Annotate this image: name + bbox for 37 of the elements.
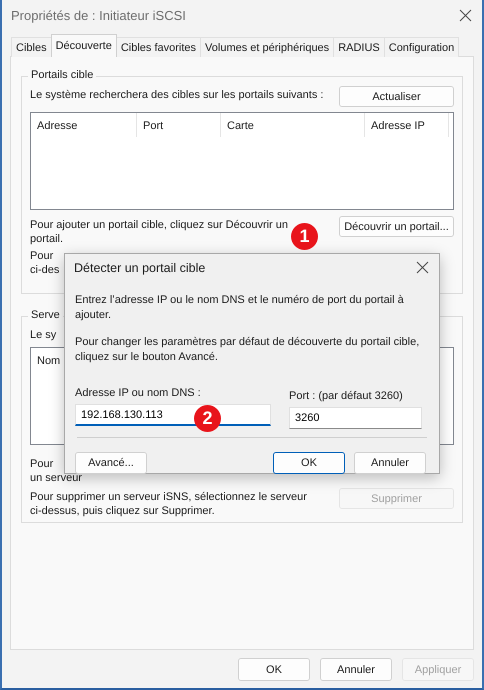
field-label: Adresse IP ou nom DNS : <box>75 387 202 399</box>
instruction-text: Pour <box>30 249 54 263</box>
dialog-button[interactable]: Annuler <box>354 452 426 474</box>
dialog-text: Entrez l’adresse IP ou le nom DNS et le numéro de port du portail à ajouter. <box>75 293 405 323</box>
column-header[interactable]: Carte <box>221 113 365 137</box>
tab[interactable]: RADIUS <box>333 37 385 57</box>
instruction-text: ci-des <box>30 263 60 277</box>
instruction-text: Pour supprimer un serveur iSNS, sélectionnez le serveur ci-dessus, puis cliquez sur Supprimer. <box>30 490 308 518</box>
group-legend: Portails cible <box>28 69 96 81</box>
dialog-text: Pour changer les paramètres par défaut de découverte du portail cible, cliquez sur le bouton Avancé. <box>75 335 420 365</box>
column-header[interactable]: Adresse <box>31 113 137 137</box>
dialog-button[interactable]: Annuler <box>320 658 392 681</box>
column-header[interactable]: Adresse IP <box>365 113 449 137</box>
tab[interactable]: Découverte <box>50 34 117 57</box>
portal-list[interactable]: Adresse Port Carte Adresse IP <box>30 112 454 210</box>
description-text: Le système recherchera des cibles sur les portails suivants : <box>30 88 324 102</box>
dialog-button[interactable]: OK <box>273 452 345 474</box>
field-label: Port : (par défaut 3260) <box>289 389 404 402</box>
dialog-button[interactable]: Avancé... <box>75 452 147 474</box>
column-header[interactable]: Port <box>137 113 221 137</box>
tab[interactable]: Volumes et périphériques <box>200 37 334 57</box>
window-title: Propriétés de : Initiateur iSCSI <box>11 8 186 22</box>
close-icon[interactable] <box>416 261 429 274</box>
tab[interactable]: Cibles <box>11 37 52 57</box>
instruction-text: Pour <box>30 457 54 471</box>
tab[interactable]: Configuration <box>384 37 460 57</box>
instruction-text: un serveur <box>30 471 82 485</box>
tab[interactable]: Cibles favorites <box>116 37 202 57</box>
discover-button[interactable]: Découvrir un portail... <box>339 216 454 237</box>
port-field[interactable]: 3260 <box>289 407 422 429</box>
refresh-button[interactable]: Actualiser <box>339 86 454 107</box>
description-text: Le sy <box>30 328 56 342</box>
close-icon[interactable] <box>459 8 472 22</box>
group-legend: Serve <box>28 309 63 321</box>
dialog-button[interactable]: OK <box>238 658 310 681</box>
instruction-text: Pour ajouter un portail cible, cliquez sur Découvrir un portail. <box>30 218 290 246</box>
dialog-title: Détecter un portail cible <box>74 260 206 274</box>
